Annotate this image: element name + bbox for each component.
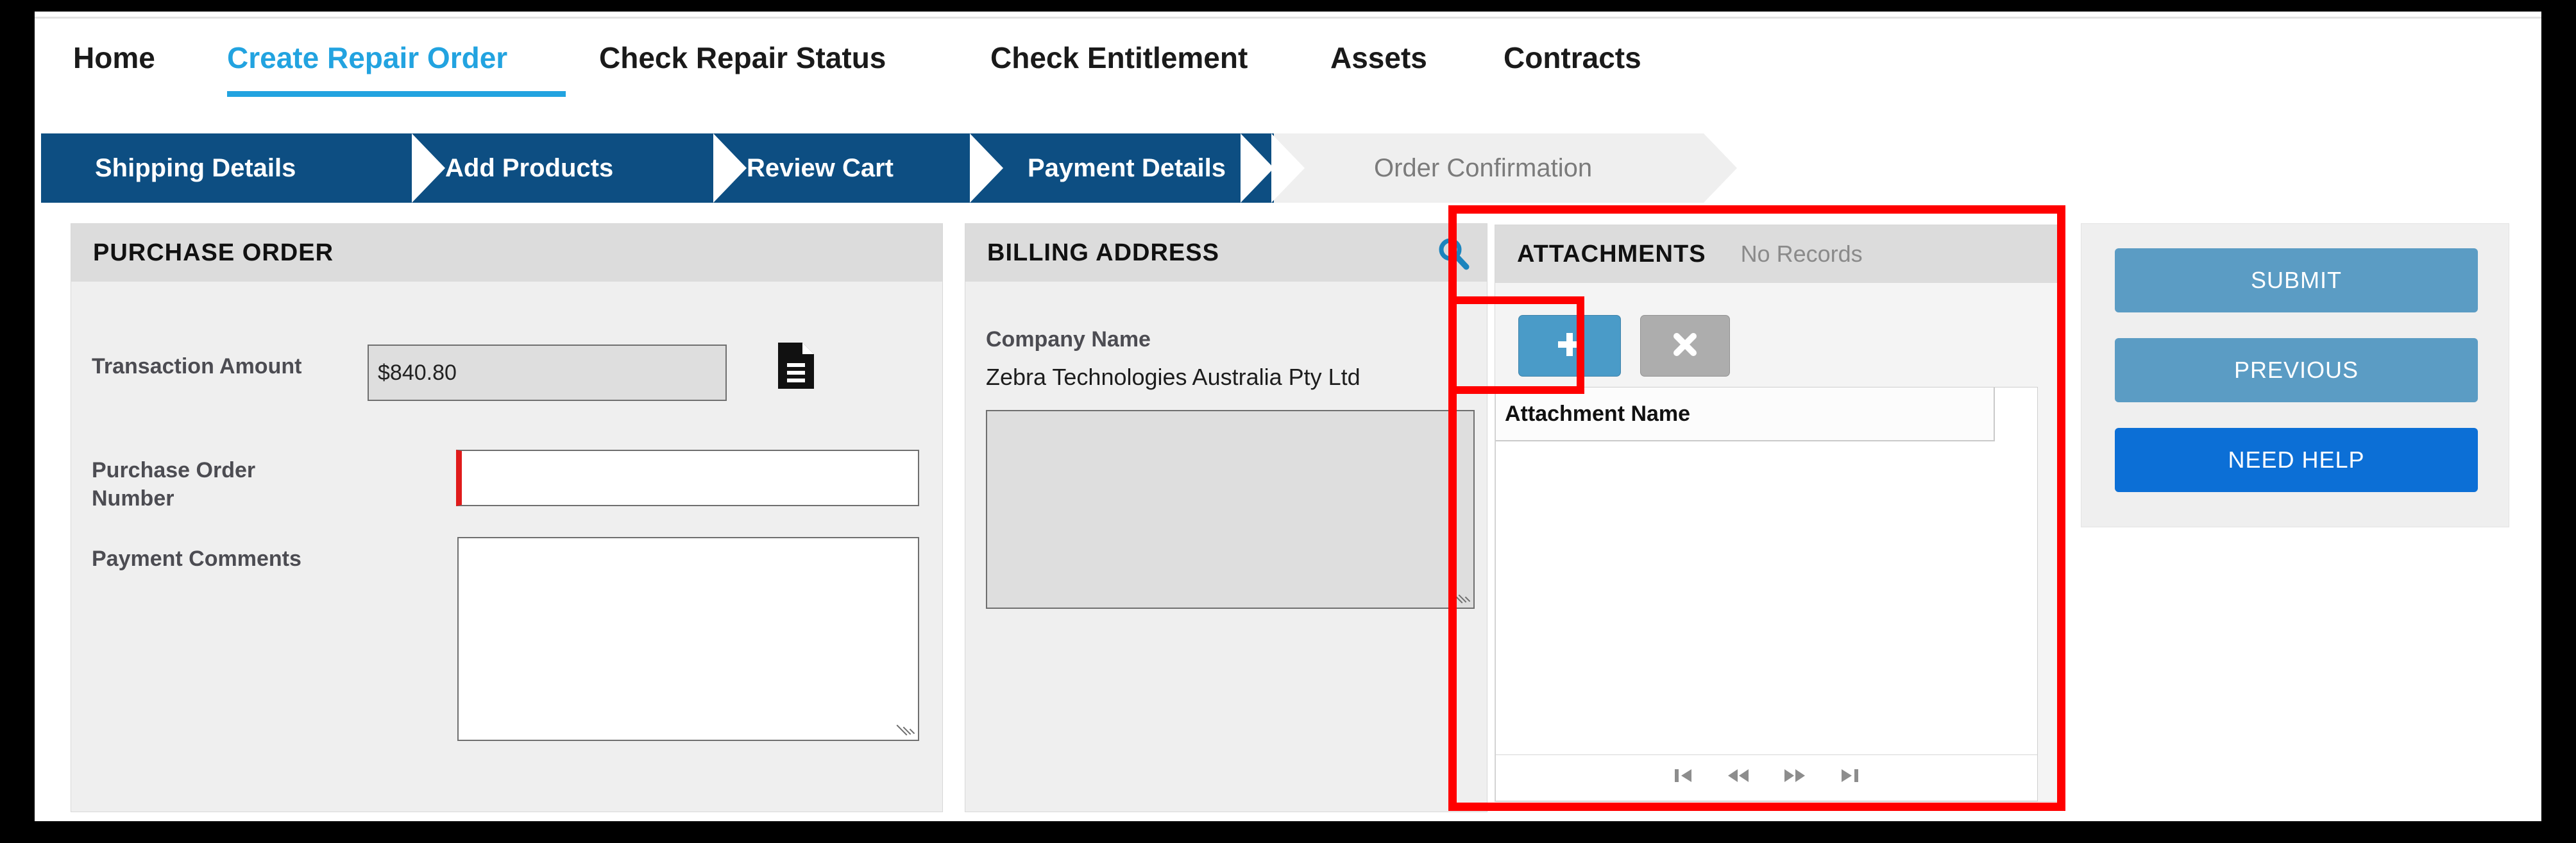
purchase-order-number-input[interactable] <box>456 450 919 506</box>
nav-item-home[interactable]: Home <box>73 40 155 75</box>
previous-page-icon[interactable] <box>1724 764 1752 790</box>
submit-button[interactable]: SUBMIT <box>2115 248 2478 312</box>
purchase-order-header: PURCHASE ORDER <box>71 224 942 282</box>
step-label-shipping-details: Shipping Details <box>95 154 296 182</box>
attachments-panel: ATTACHMENTS No Records Attachment Name <box>1495 225 2060 802</box>
purchase-order-panel: PURCHASE ORDER Transaction Amount Purcha… <box>71 223 943 812</box>
resize-grip-icon[interactable] <box>896 722 915 738</box>
billing-address-header: BILLING ADDRESS <box>965 224 1487 282</box>
screenshot-frame: Home Create Repair Order Check Repair St… <box>0 0 2576 843</box>
purchase-order-number-label: Purchase Order Number <box>92 458 256 511</box>
application-page: Home Create Repair Order Check Repair St… <box>35 12 2541 821</box>
billing-address-title: BILLING ADDRESS <box>987 239 1219 266</box>
first-page-icon[interactable] <box>1670 764 1696 790</box>
action-buttons-panel: SUBMIT PREVIOUS NEED HELP <box>2081 223 2509 527</box>
nav-item-assets[interactable]: Assets <box>1330 40 1427 75</box>
nav-active-underline <box>227 91 566 97</box>
nav-item-check-repair-status[interactable]: Check Repair Status <box>599 40 886 75</box>
step-label-review-cart: Review Cart <box>747 154 894 182</box>
nav-item-create-repair-order[interactable]: Create Repair Order <box>227 40 507 75</box>
close-icon <box>1671 330 1699 362</box>
main-navigation: Home Create Repair Order Check Repair St… <box>35 17 2541 97</box>
transaction-amount-input[interactable] <box>368 345 727 401</box>
billing-address-panel: BILLING ADDRESS Company Name Zebra Techn… <box>965 223 1487 812</box>
resize-grip-icon[interactable] <box>1452 590 1471 606</box>
company-name-label: Company Name <box>986 327 1151 352</box>
step-label-payment-details: Payment Details <box>1028 154 1226 182</box>
need-help-button[interactable]: NEED HELP <box>2115 428 2478 492</box>
attachments-header: ATTACHMENTS No Records <box>1495 225 2060 283</box>
document-icon[interactable] <box>777 341 815 393</box>
attachments-rows-area <box>1496 441 2037 754</box>
attachments-table: Attachment Name <box>1495 387 2038 801</box>
nav-item-contracts[interactable]: Contracts <box>1504 40 1641 75</box>
search-icon[interactable] <box>1436 235 1471 275</box>
billing-address-textarea[interactable] <box>986 410 1475 609</box>
attachments-title: ATTACHMENTS <box>1517 240 1706 268</box>
nav-item-check-entitlement[interactable]: Check Entitlement <box>990 40 1248 75</box>
step-label-order-confirmation: Order Confirmation <box>1374 154 1593 182</box>
company-name-value: Zebra Technologies Australia Pty Ltd <box>986 364 1360 390</box>
transaction-amount-label: Transaction Amount <box>92 354 302 379</box>
attachments-column-header-attachment-name[interactable]: Attachment Name <box>1496 387 1995 441</box>
plus-icon <box>1554 329 1585 363</box>
next-page-icon[interactable] <box>1781 764 1809 790</box>
last-page-icon[interactable] <box>1837 764 1863 790</box>
add-attachment-button[interactable] <box>1518 315 1621 377</box>
order-progress-stepper: Shipping Details Add Products Review Car… <box>35 133 2541 203</box>
previous-button[interactable]: PREVIOUS <box>2115 338 2478 402</box>
purchase-order-title: PURCHASE ORDER <box>93 239 334 266</box>
payment-comments-textarea[interactable] <box>457 537 919 741</box>
delete-attachment-button[interactable] <box>1640 315 1730 377</box>
attachments-pagination <box>1496 754 2037 799</box>
step-label-add-products: Add Products <box>445 154 614 182</box>
payment-comments-label: Payment Comments <box>92 547 301 571</box>
attachments-status: No Records <box>1740 241 1863 267</box>
